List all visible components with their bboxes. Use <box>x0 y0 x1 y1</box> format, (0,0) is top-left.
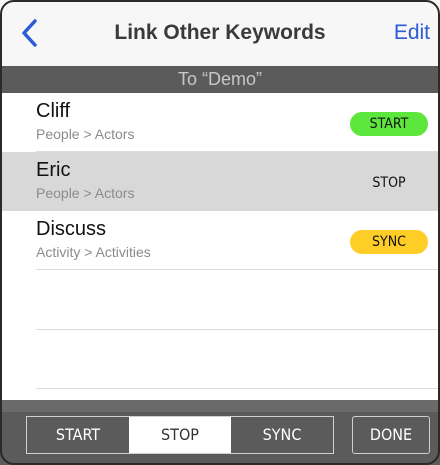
edit-button[interactable]: Edit <box>394 0 430 66</box>
keyword-name: Cliff <box>36 100 71 122</box>
start-badge[interactable]: START <box>350 112 428 136</box>
keyword-name: Discuss <box>36 218 107 240</box>
segment-start[interactable]: START <box>27 417 129 453</box>
stop-badge[interactable]: STOP <box>350 171 428 195</box>
segment-sync[interactable]: SYNC <box>231 417 333 453</box>
navigation-bar: Link Other Keywords Edit <box>0 0 440 67</box>
back-button[interactable] <box>16 18 42 48</box>
keyword-name: Eric <box>36 159 71 181</box>
section-header: To “Demo” <box>0 66 440 93</box>
toolbar-strip <box>0 400 440 412</box>
keyword-list: Cliff People > Actors START Eric People … <box>0 93 440 270</box>
mode-segmented-control: START STOP SYNC <box>26 416 334 454</box>
page-title: Link Other Keywords <box>114 21 326 44</box>
done-button[interactable]: DONE <box>352 416 430 454</box>
empty-row-divider <box>36 388 440 389</box>
chevron-left-icon <box>22 19 37 47</box>
row-divider <box>36 269 440 270</box>
keyword-row-cliff[interactable]: Cliff People > Actors START <box>0 93 440 152</box>
keyword-path: People > Actors <box>36 126 135 142</box>
keyword-row-eric[interactable]: Eric People > Actors STOP <box>0 152 440 211</box>
empty-row-divider <box>36 329 440 330</box>
bottom-toolbar: START STOP SYNC DONE <box>0 400 440 465</box>
keyword-path: Activity > Activities <box>36 244 151 260</box>
segment-stop[interactable]: STOP <box>129 417 231 453</box>
sync-badge[interactable]: SYNC <box>350 230 428 254</box>
keyword-row-discuss[interactable]: Discuss Activity > Activities SYNC <box>0 211 440 270</box>
keyword-path: People > Actors <box>36 185 135 201</box>
screen: Link Other Keywords Edit To “Demo” Cliff… <box>0 0 440 465</box>
